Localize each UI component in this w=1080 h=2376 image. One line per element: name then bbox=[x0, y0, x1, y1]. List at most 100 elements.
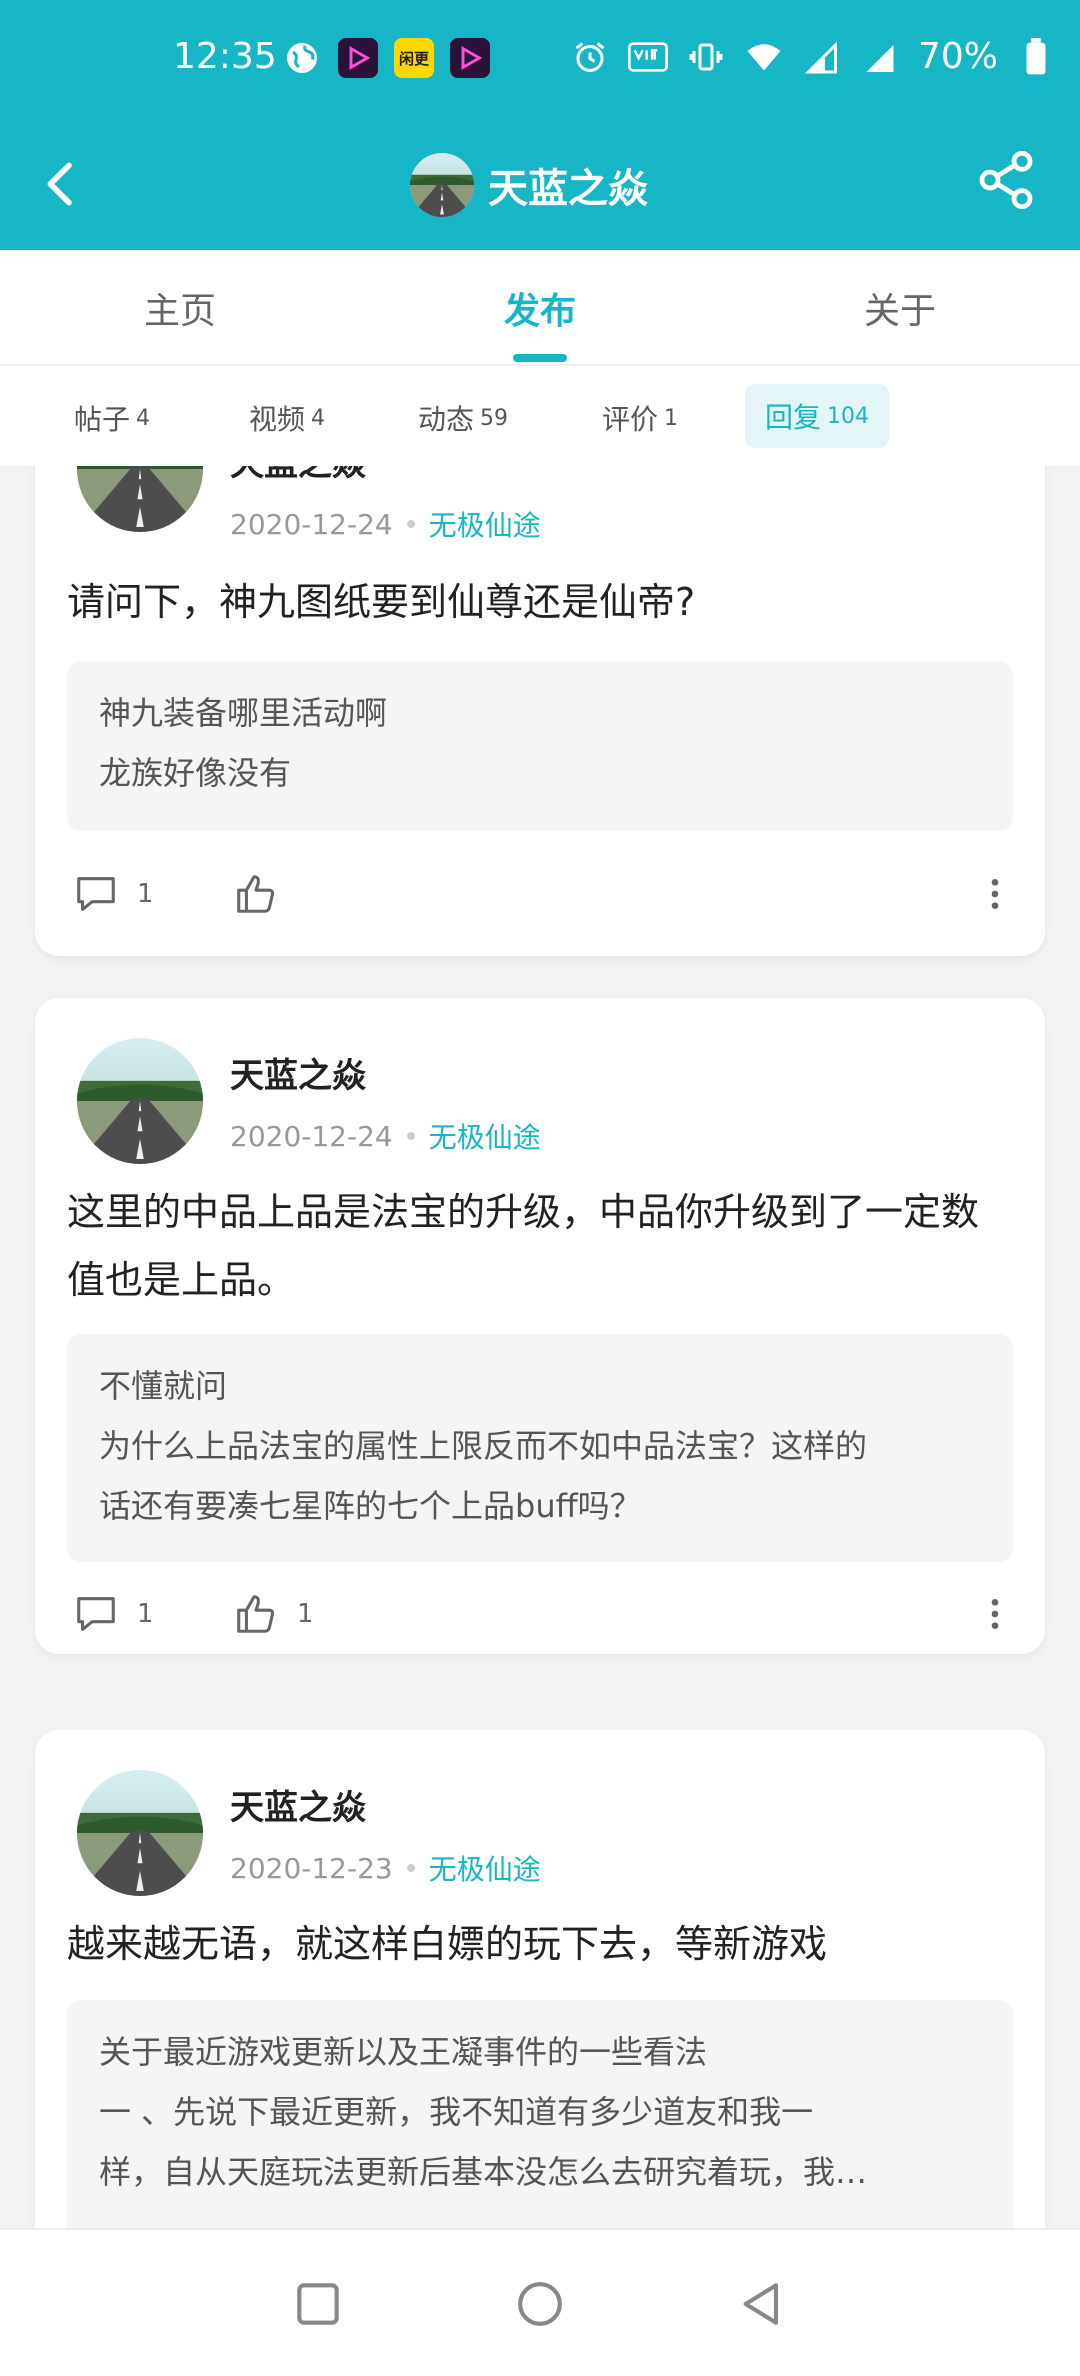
quoted-post[interactable]: 不懂就问 为什么上品法宝的属性上限反而不如中品法宝？这样的 话还有要凑七星阵的七… bbox=[67, 1334, 1013, 1562]
sub-tabs: 帖子 4 视频 4 动态 59 评价 1 回复 104 bbox=[0, 366, 1080, 466]
quote-line: 龙族好像没有 bbox=[99, 754, 292, 792]
tab-posts[interactable]: 发布 bbox=[504, 282, 576, 334]
post-meta: 2020-12-24 无极仙途 bbox=[230, 504, 541, 544]
vibrate-icon bbox=[686, 37, 726, 77]
quote-line: 神九装备哪里活动啊 bbox=[99, 694, 388, 732]
post-meta: 2020-12-24 无极仙途 bbox=[230, 1116, 541, 1156]
tab-home[interactable]: 主页 bbox=[144, 282, 216, 334]
comment-button[interactable]: 1 bbox=[73, 1591, 183, 1637]
post-actions: 1 bbox=[73, 866, 1015, 922]
game-link[interactable]: 无极仙途 bbox=[429, 504, 541, 544]
comment-button[interactable]: 1 bbox=[73, 871, 183, 917]
subtab-count: 1 bbox=[664, 405, 679, 431]
share-button[interactable] bbox=[974, 148, 1038, 212]
quote-line: 话还有要凑七星阵的七个上品buff吗？ bbox=[99, 1487, 642, 1525]
square-icon bbox=[297, 2283, 339, 2325]
quoted-post[interactable]: 关于最近游戏更新以及王凝事件的一些看法 一 、先说下最近更新，我不知道有多少道友… bbox=[67, 2000, 1013, 2228]
reply-card[interactable]: 天蓝之焱 2020-12-23 无极仙途 越来越无语，就这样白嫖的玩下去，等新游… bbox=[35, 1730, 1045, 2228]
post-meta: 2020-12-23 无极仙途 bbox=[230, 1848, 541, 1888]
reply-card[interactable]: 天蓝之焱 2020-12-24 无极仙途 请问下，神九图纸要到仙尊还是仙帝? 神… bbox=[35, 466, 1045, 956]
subtab-reviews[interactable]: 评价 1 bbox=[602, 394, 678, 442]
avatar[interactable] bbox=[77, 1038, 203, 1164]
battery-icon bbox=[1016, 37, 1056, 77]
post-date: 2020-12-24 bbox=[230, 1119, 393, 1153]
subtab-count: 4 bbox=[136, 405, 151, 431]
home-button[interactable] bbox=[512, 2276, 568, 2332]
subtab-label: 评价 bbox=[602, 403, 659, 436]
app-icon bbox=[338, 38, 378, 78]
profile-title: 天蓝之焱 bbox=[410, 145, 648, 225]
comment-icon bbox=[77, 1597, 115, 1631]
recent-apps-button[interactable] bbox=[290, 2276, 346, 2332]
avatar[interactable] bbox=[77, 1770, 203, 1896]
post-actions: 1 1 bbox=[73, 1586, 1015, 1642]
subtab-threads[interactable]: 帖子 4 bbox=[74, 394, 150, 442]
subtab-label: 回复 bbox=[765, 401, 822, 434]
game-link[interactable]: 无极仙途 bbox=[429, 1848, 541, 1888]
main-tabs: 主页 发布 关于 bbox=[0, 250, 1080, 366]
game-link[interactable]: 无极仙途 bbox=[429, 1116, 541, 1156]
status-time: 12:35 bbox=[173, 36, 277, 77]
reply-card[interactable]: 天蓝之焱 2020-12-24 无极仙途 这里的中品上品是法宝的升级，中品你升级… bbox=[35, 998, 1045, 1654]
quote-line: 样，自从天庭玩法更新后基本没怎么去研究着玩，我… bbox=[99, 2153, 868, 2191]
reply-feed: 天蓝之焱 2020-12-24 无极仙途 请问下，神九图纸要到仙尊还是仙帝? 神… bbox=[0, 466, 1080, 2228]
reply-content: 请问下，神九图纸要到仙尊还是仙帝? bbox=[67, 580, 696, 624]
subtab-videos[interactable]: 视频 4 bbox=[249, 394, 325, 442]
subtab-count: 59 bbox=[480, 405, 509, 431]
more-options-button[interactable] bbox=[975, 874, 1015, 914]
battery-level: 70% bbox=[917, 36, 998, 77]
subtab-label: 动态 bbox=[418, 403, 475, 436]
tab-indicator bbox=[513, 354, 567, 362]
quote-line: 为什么上品法宝的属性上限反而不如中品法宝？这样的 bbox=[99, 1427, 868, 1465]
subtab-moments[interactable]: 动态 59 bbox=[418, 394, 508, 442]
post-date: 2020-12-23 bbox=[230, 1851, 393, 1885]
profile-header: 天蓝之焱 bbox=[0, 120, 1080, 250]
more-vertical-icon bbox=[991, 1599, 999, 1629]
wifi-icon bbox=[744, 37, 784, 77]
share-icon bbox=[979, 150, 1033, 210]
comment-icon bbox=[77, 877, 115, 911]
subtab-label: 视频 bbox=[249, 403, 306, 436]
comment-count: 1 bbox=[137, 879, 154, 909]
yellow-app-icon: 闲更 bbox=[394, 38, 434, 78]
subtab-label: 帖子 bbox=[74, 403, 131, 436]
system-icons: 70% bbox=[570, 36, 1056, 77]
subtab-count: 104 bbox=[827, 403, 870, 429]
separator-dot bbox=[406, 520, 415, 528]
app-icon bbox=[450, 38, 490, 78]
username[interactable]: 天蓝之焱 bbox=[230, 1780, 366, 1829]
back-button[interactable] bbox=[34, 152, 90, 216]
thumbs-up-icon bbox=[237, 1595, 275, 1633]
like-button[interactable] bbox=[233, 871, 343, 917]
alarm-icon bbox=[570, 37, 610, 77]
username[interactable]: 天蓝之焱 bbox=[230, 466, 366, 485]
signal-icon bbox=[860, 37, 900, 77]
quoted-post[interactable]: 神九装备哪里活动啊 龙族好像没有 bbox=[67, 661, 1013, 831]
globe-icon bbox=[282, 38, 322, 78]
volte-icon bbox=[627, 37, 668, 77]
like-button[interactable]: 1 bbox=[233, 1591, 343, 1637]
avatar[interactable] bbox=[77, 466, 203, 532]
reply-content: 这里的中品上品是法宝的升级，中品你升级到了一定数值也是上品。 bbox=[67, 1190, 980, 1302]
like-count: 1 bbox=[297, 1599, 314, 1629]
triangle-back-icon bbox=[743, 2283, 779, 2325]
quote-line: 不懂就问 bbox=[99, 1367, 228, 1405]
comment-count: 1 bbox=[137, 1599, 154, 1629]
back-nav-button[interactable] bbox=[734, 2276, 790, 2332]
separator-dot bbox=[406, 1864, 415, 1872]
subtab-replies[interactable]: 回复 104 bbox=[745, 384, 890, 448]
avatar[interactable] bbox=[410, 153, 474, 217]
separator-dot bbox=[406, 1132, 415, 1140]
more-vertical-icon bbox=[991, 879, 999, 909]
status-bar: 12:35 闲更 70% bbox=[0, 0, 1080, 120]
tab-about[interactable]: 关于 bbox=[864, 282, 936, 334]
subtab-count: 4 bbox=[311, 405, 326, 431]
chevron-left-icon bbox=[47, 162, 72, 206]
more-options-button[interactable] bbox=[975, 1594, 1015, 1634]
username[interactable]: 天蓝之焱 bbox=[230, 1048, 366, 1097]
circle-icon bbox=[518, 2282, 562, 2326]
thumbs-up-icon bbox=[237, 875, 275, 913]
signal-icon bbox=[802, 37, 842, 77]
reply-content: 越来越无语，就这样白嫖的玩下去，等新游戏 bbox=[67, 1922, 828, 1966]
quote-line: 关于最近游戏更新以及王凝事件的一些看法 bbox=[99, 2033, 708, 2071]
